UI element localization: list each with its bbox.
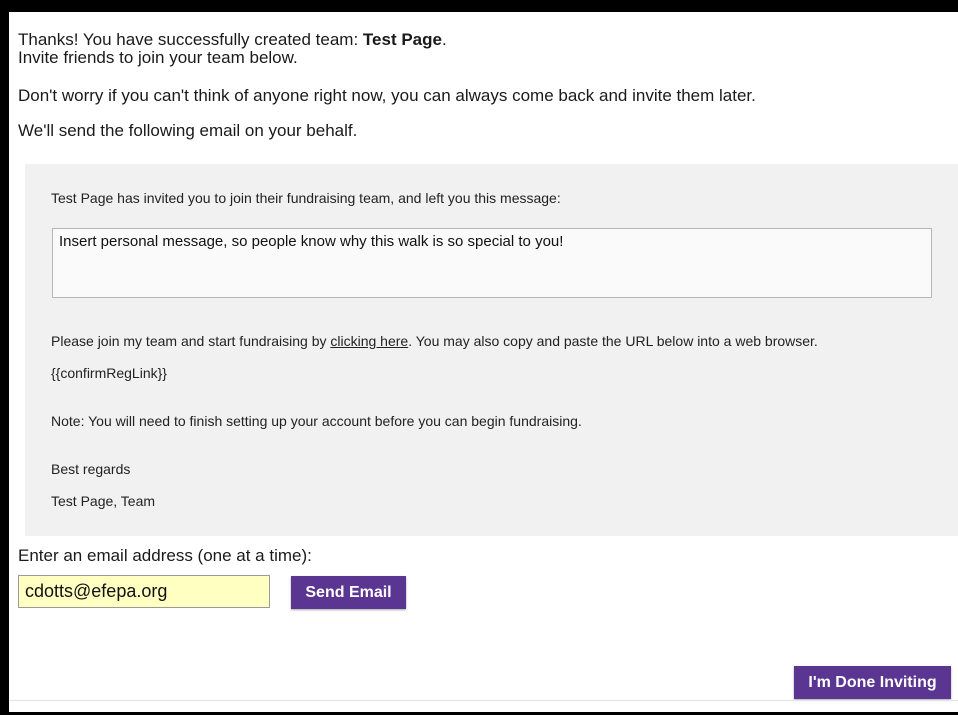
email-preview-panel: Test Page has invited you to join their … (25, 164, 958, 536)
email-field-label: Enter an email address (one at a time): (18, 546, 312, 565)
reassurance-text: Don't worry if you can't think of anyone… (18, 86, 756, 105)
regards-text: Best regards (51, 461, 131, 477)
team-name: Test Page (362, 30, 442, 49)
email-address-input[interactable] (18, 575, 270, 608)
done-inviting-button[interactable]: I'm Done Inviting (794, 666, 951, 699)
join-prefix: Please join my team and start fundraisin… (51, 333, 331, 349)
invited-text: Test Page has invited you to join their … (51, 190, 561, 206)
page-frame: Thanks! You have successfully created te… (9, 12, 958, 712)
confirm-link-token: {{confirmRegLink}} (51, 365, 167, 381)
email-behalf-text: We'll send the following email on your b… (18, 121, 358, 140)
success-period: . (441, 30, 447, 49)
join-instruction: Please join my team and start fundraisin… (51, 333, 818, 349)
bottom-divider (9, 700, 958, 701)
clicking-here-link[interactable]: clicking here (330, 333, 408, 349)
success-text: Thanks! You have successfully created te… (18, 30, 363, 49)
account-note: Note: You will need to finish setting up… (51, 413, 582, 429)
personal-message-textarea[interactable]: Insert personal message, so people know … (52, 228, 932, 298)
invite-instruction: Invite friends to join your team below. (18, 48, 298, 67)
signoff-text: Test Page, Team (51, 493, 156, 509)
success-message: Thanks! You have successfully created te… (18, 30, 447, 49)
join-suffix: . You may also copy and paste the URL be… (408, 333, 818, 349)
send-email-button[interactable]: Send Email (291, 576, 406, 609)
